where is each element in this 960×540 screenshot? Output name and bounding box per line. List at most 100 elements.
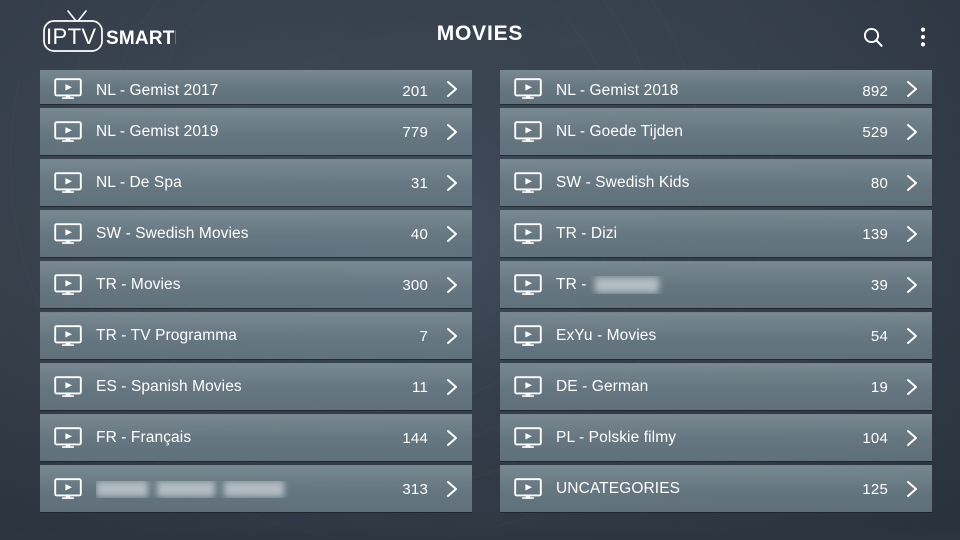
chevron-right-icon: [907, 175, 917, 191]
chevron-right-icon: [907, 481, 917, 497]
chevron-right-icon: [907, 277, 917, 293]
category-row[interactable]: SW - Swedish Kids 80: [500, 159, 932, 206]
app-root: IPTV SMARTERS MOVIES NL - Gemi: [0, 0, 960, 540]
list-bottom-fade: [0, 524, 960, 540]
chevron-right-icon: [447, 277, 457, 293]
tv-play-icon: [514, 121, 542, 142]
chevron-right-icon: [907, 81, 917, 97]
tv-play-icon: [514, 427, 542, 448]
category-row-count: 892: [862, 83, 888, 100]
category-row[interactable]: NL - De Spa 31: [40, 159, 472, 206]
category-row[interactable]: TR - Dizi 139: [500, 210, 932, 257]
chevron-right-icon: [447, 226, 457, 242]
redacted-text-block: [157, 481, 215, 498]
chevron-right-icon: [447, 175, 457, 191]
category-row-count: 139: [862, 225, 888, 243]
redacted-text-block: [594, 276, 659, 293]
search-icon: [863, 27, 883, 47]
chevron-right-icon: [447, 81, 457, 97]
category-row-count: 31: [410, 174, 428, 192]
category-row-label: NL - Gemist 2019: [96, 123, 219, 140]
category-row-count: 19: [870, 378, 888, 396]
category-row-count: 300: [402, 276, 428, 294]
category-row-label: DE - German: [556, 378, 649, 395]
category-row[interactable]: UNCATEGORIES 125: [500, 465, 932, 512]
category-list-left-column: NL - Gemist 2017 201 NL - Gemist 2019 779 NL…: [40, 70, 472, 522]
tv-play-icon: [54, 78, 82, 99]
category-row-count: 40: [410, 225, 428, 243]
header-actions: [854, 18, 942, 56]
category-row-label: SW - Swedish Movies: [96, 225, 249, 242]
category-row-count: 144: [402, 429, 428, 447]
category-row-label: ExYu - Movies: [556, 327, 657, 344]
chevron-right-icon: [447, 379, 457, 395]
tv-play-icon: [514, 274, 542, 295]
category-row-label: NL - Goede Tijden: [556, 123, 683, 140]
chevron-right-icon: [447, 481, 457, 497]
category-row-count: 11: [412, 378, 428, 396]
category-row-label: NL - Gemist 2017: [96, 82, 219, 99]
category-row-label: ES - Spanish Movies: [96, 378, 242, 395]
more-vertical-icon: [920, 27, 926, 47]
category-row[interactable]: DE - German 19: [500, 363, 932, 410]
category-row-label: SW - Swedish Kids: [556, 174, 690, 191]
category-row[interactable]: PL - Polskie filmy 104: [500, 414, 932, 461]
category-row-label: TR - TV Programma: [96, 327, 237, 344]
category-row-label: TR - Dizi: [556, 225, 618, 242]
page-title: MOVIES: [436, 22, 524, 45]
category-list[interactable]: NL - Gemist 2017 201 NL - Gemist 2019 779 NL…: [0, 70, 960, 522]
category-row-count: 201: [402, 83, 428, 100]
chevron-right-icon: [907, 379, 917, 395]
tv-play-icon: [514, 478, 542, 499]
tv-play-icon: [514, 172, 542, 193]
category-row-label: TR - Movies: [96, 276, 181, 293]
tv-play-icon: [54, 121, 82, 142]
category-row-label: NL - Gemist 2018: [556, 82, 679, 99]
tv-play-icon: [54, 376, 82, 397]
category-row-count: 54: [870, 327, 888, 345]
tv-play-icon: [514, 223, 542, 244]
search-button[interactable]: [854, 18, 892, 56]
category-row[interactable]: TR - Movies 300: [40, 261, 472, 308]
chevron-right-icon: [447, 328, 457, 344]
redacted-text-block: [224, 481, 284, 498]
category-row-count: 39: [870, 276, 888, 294]
category-row[interactable]: TR - TV Programma 7: [40, 312, 472, 359]
category-row-label: FR - Français: [96, 429, 192, 446]
category-row[interactable]: NL - Gemist 2017 201: [40, 70, 472, 104]
category-row[interactable]: NL - Gemist 2018 892: [500, 70, 932, 104]
tv-play-icon: [54, 427, 82, 448]
chevron-right-icon: [907, 430, 917, 446]
category-row[interactable]: TR - 39: [500, 261, 932, 308]
category-row-count: 313: [402, 480, 428, 498]
category-row[interactable]: ExYu - Movies 54: [500, 312, 932, 359]
chevron-right-icon: [907, 328, 917, 344]
tv-play-icon: [514, 78, 542, 99]
category-row[interactable]: ES - Spanish Movies 11: [40, 363, 472, 410]
category-row-count: 529: [862, 123, 888, 141]
category-row[interactable]: 313: [40, 465, 472, 512]
category-row[interactable]: NL - Goede Tijden 529: [500, 108, 932, 155]
tv-play-icon: [54, 223, 82, 244]
app-header: IPTV SMARTERS MOVIES: [0, 0, 960, 72]
category-row-label: [96, 481, 390, 498]
category-row[interactable]: SW - Swedish Movies 40: [40, 210, 472, 257]
category-row-label: TR -: [556, 276, 850, 294]
category-row-count: 125: [862, 480, 888, 498]
category-row-label: UNCATEGORIES: [556, 480, 681, 497]
chevron-right-icon: [447, 430, 457, 446]
tv-play-icon: [54, 172, 82, 193]
tv-play-icon: [514, 325, 542, 346]
category-row[interactable]: NL - Gemist 2019 779: [40, 108, 472, 155]
category-row-count: 104: [862, 429, 888, 447]
tv-play-icon: [54, 478, 82, 499]
chevron-right-icon: [907, 124, 917, 140]
category-row-label: NL - De Spa: [96, 174, 182, 191]
category-row[interactable]: FR - Français 144: [40, 414, 472, 461]
tv-play-icon: [54, 325, 82, 346]
tv-play-icon: [54, 274, 82, 295]
tv-play-icon: [514, 376, 542, 397]
category-row-count: 7: [419, 327, 428, 345]
overflow-menu-button[interactable]: [904, 18, 942, 56]
redacted-text-block: [96, 481, 148, 498]
